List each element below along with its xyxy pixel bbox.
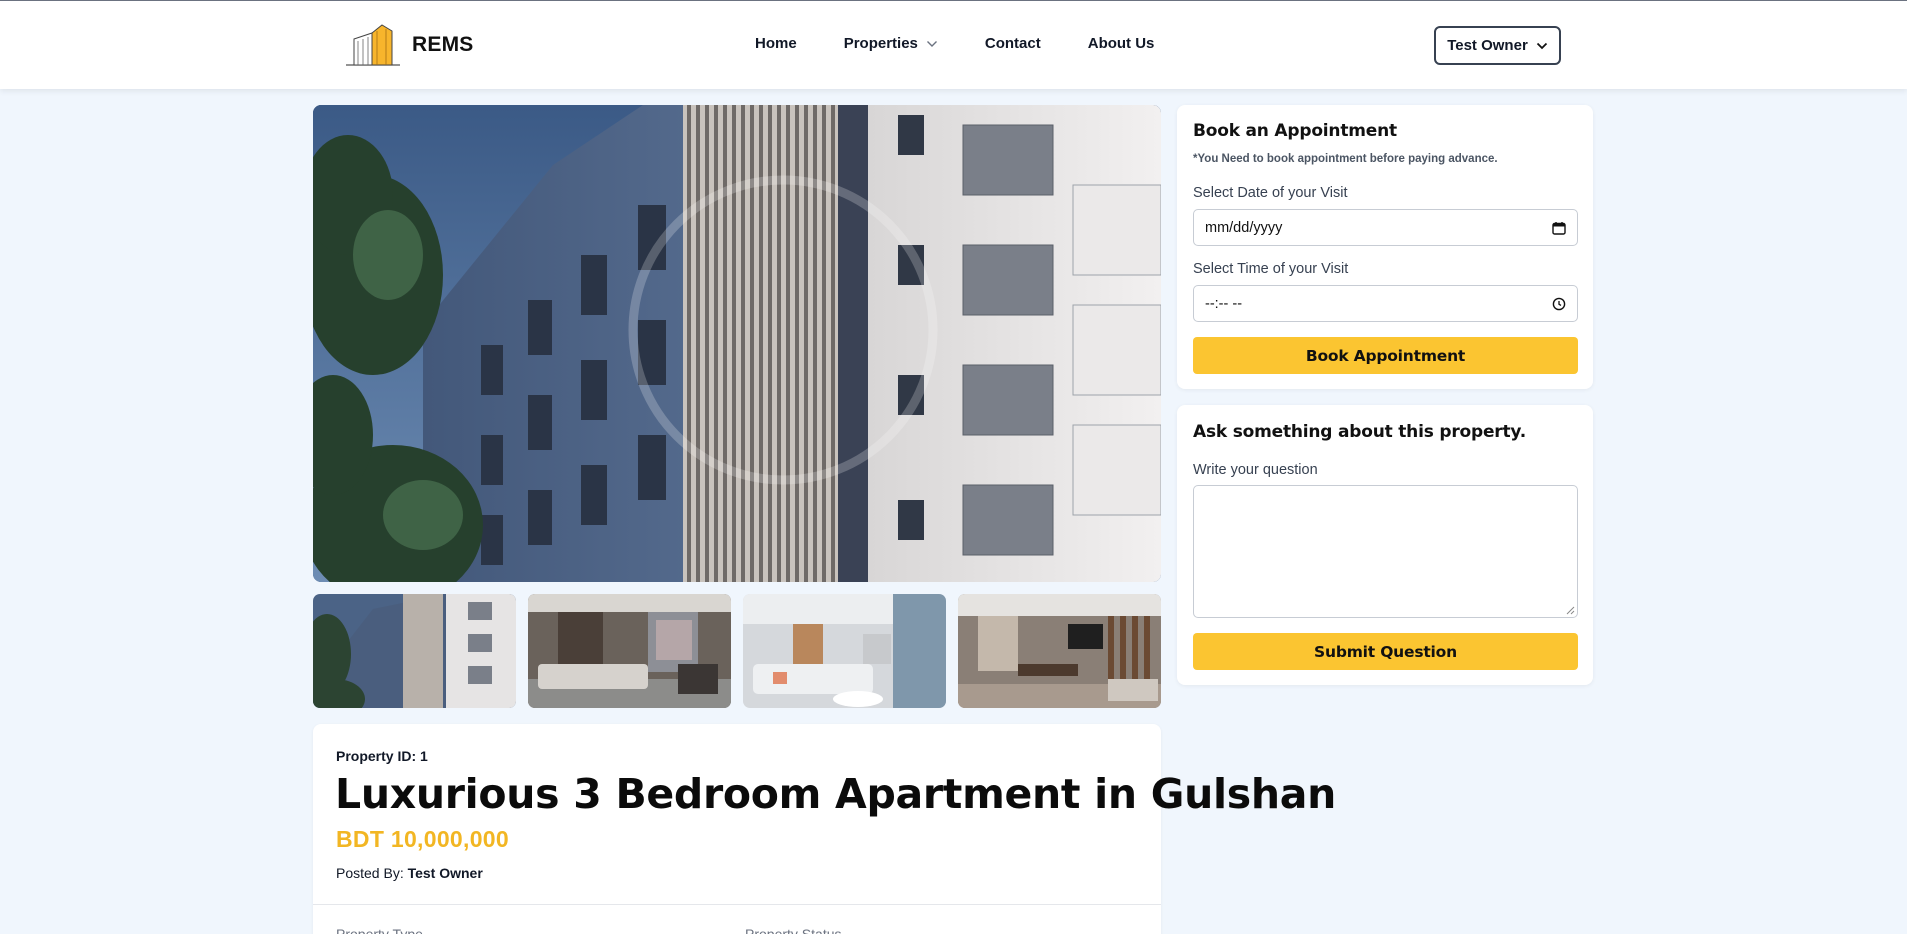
thumbnail-strip xyxy=(313,594,1161,708)
time-placeholder: --:-- -- xyxy=(1205,295,1243,312)
calendar-icon[interactable] xyxy=(1552,221,1566,235)
time-label: Select Time of your Visit xyxy=(1193,261,1349,277)
property-details-card: Property ID: 1 Luxurious 3 Bedroom Apart… xyxy=(313,724,1336,934)
posted-by: Posted By: Test Owner xyxy=(336,865,483,881)
brand-name: REMS xyxy=(412,33,474,56)
property-price: BDT 10,000,000 xyxy=(336,826,509,852)
resize-handle-icon[interactable] xyxy=(1566,606,1575,615)
brand-logo[interactable]: REMS xyxy=(344,23,473,67)
main-property-image xyxy=(313,105,1161,582)
question-card: Ask something about this property. Write… xyxy=(1177,405,1593,685)
thumbnail-3[interactable] xyxy=(743,594,946,708)
user-menu-button[interactable]: Test Owner xyxy=(1434,26,1561,65)
appointment-note: *You Need to book appointment before pay… xyxy=(1193,153,1498,165)
property-status-label: Property Status xyxy=(745,926,842,934)
thumbnail-1[interactable] xyxy=(313,594,516,708)
living-dining-wood-thumb xyxy=(958,594,1161,708)
property-id: Property ID: 1 xyxy=(336,748,428,764)
nav-about[interactable]: About Us xyxy=(1088,35,1155,52)
living-room-gray-sofa-thumb xyxy=(528,594,731,708)
question-title: Ask something about this property. xyxy=(1193,422,1526,442)
book-appointment-button[interactable]: Book Appointment xyxy=(1193,337,1578,374)
thumbnail-4[interactable] xyxy=(958,594,1161,708)
question-label: Write your question xyxy=(1193,462,1318,478)
chevron-down-icon xyxy=(1536,42,1547,49)
property-title: Luxurious 3 Bedroom Apartment in Gulshan xyxy=(335,770,1337,818)
clock-icon[interactable] xyxy=(1552,297,1566,311)
nav-home[interactable]: Home xyxy=(755,35,797,52)
top-navbar: REMS Home Properties Contact About Us Te… xyxy=(0,0,1907,89)
date-label: Select Date of your Visit xyxy=(1193,185,1348,201)
appointment-title: Book an Appointment xyxy=(1193,121,1397,141)
building-exterior-thumb xyxy=(313,594,516,708)
building-logo-icon xyxy=(346,24,400,66)
posted-by-name: Test Owner xyxy=(407,865,483,881)
main-nav: Home Properties Contact About Us xyxy=(755,35,1154,52)
living-room-white-thumb xyxy=(743,594,946,708)
submit-question-button[interactable]: Submit Question xyxy=(1193,633,1578,670)
nav-properties[interactable]: Properties xyxy=(844,35,938,52)
user-name: Test Owner xyxy=(1447,37,1528,54)
divider xyxy=(313,904,1161,905)
question-textarea[interactable] xyxy=(1193,485,1578,618)
nav-properties-label: Properties xyxy=(843,35,918,52)
building-exterior-image xyxy=(313,105,1161,582)
thumbnail-2[interactable] xyxy=(528,594,731,708)
nav-contact[interactable]: Contact xyxy=(985,35,1041,52)
appointment-card: Book an Appointment *You Need to book ap… xyxy=(1177,105,1593,389)
posted-by-label: Posted By: xyxy=(336,865,404,881)
chevron-down-icon xyxy=(926,40,937,47)
property-type-label: Property Type xyxy=(336,926,423,934)
date-placeholder: mm/dd/yyyy xyxy=(1205,219,1283,236)
visit-date-input[interactable]: mm/dd/yyyy xyxy=(1193,209,1578,246)
visit-time-input[interactable]: --:-- -- xyxy=(1193,285,1578,322)
